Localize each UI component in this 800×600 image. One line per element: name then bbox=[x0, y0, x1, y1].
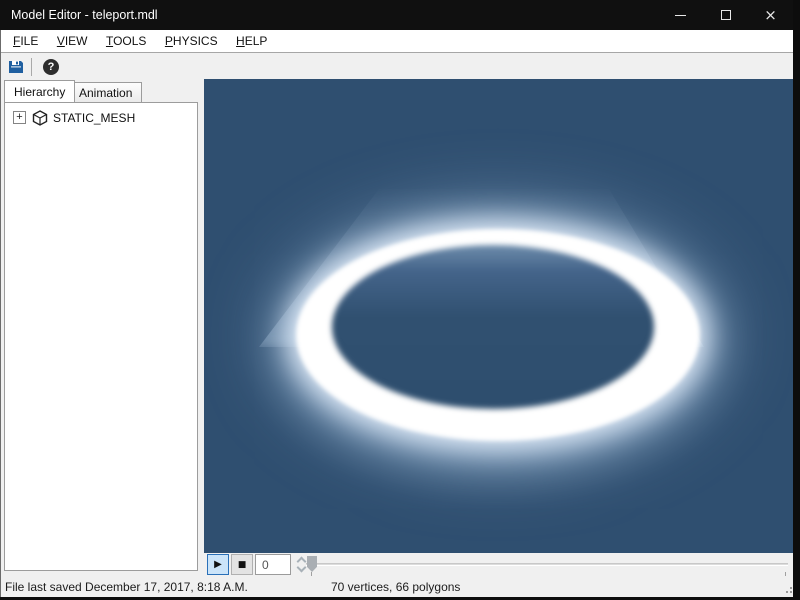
tree-item-label: STATIC_MESH bbox=[53, 111, 135, 125]
slider-track[interactable] bbox=[306, 563, 788, 565]
teleport-ring-center bbox=[332, 245, 654, 409]
tab-animation-label: Animation bbox=[79, 86, 132, 100]
question-mark-icon: ? bbox=[43, 59, 59, 75]
status-geometry-counts: 70 vertices, 66 polygons bbox=[331, 580, 460, 594]
tree-expander-icon[interactable]: + bbox=[13, 111, 26, 124]
menu-file[interactable]: FILE bbox=[6, 30, 45, 52]
slider-thumb[interactable] bbox=[307, 556, 317, 572]
frame-number-input[interactable] bbox=[255, 554, 291, 575]
minimize-icon bbox=[675, 15, 686, 16]
resize-grip-icon[interactable] bbox=[786, 591, 788, 593]
playback-bar: ▶ ■ bbox=[204, 553, 793, 577]
titlebar[interactable]: Model Editor - teleport.mdl × bbox=[0, 0, 800, 30]
close-button[interactable]: × bbox=[748, 0, 793, 30]
toolbar: ? bbox=[1, 54, 793, 79]
stop-icon: ■ bbox=[238, 560, 247, 570]
play-icon: ▶ bbox=[214, 559, 222, 570]
maximize-button[interactable] bbox=[703, 0, 748, 30]
stop-button[interactable]: ■ bbox=[231, 554, 253, 575]
window-title: Model Editor - teleport.mdl bbox=[11, 0, 158, 30]
minimize-button[interactable] bbox=[658, 0, 703, 30]
slider-tick-start bbox=[311, 572, 312, 576]
tree-item-static-mesh[interactable]: + STATIC_MESH bbox=[13, 109, 135, 126]
app-window: Model Editor - teleport.mdl × FILE VIEW … bbox=[0, 0, 800, 600]
save-button[interactable] bbox=[5, 56, 27, 78]
window-border-left bbox=[0, 30, 1, 597]
toolbar-separator bbox=[31, 58, 32, 76]
window-controls: × bbox=[658, 0, 793, 30]
statusbar: File last saved December 17, 2017, 8:18 … bbox=[1, 577, 793, 597]
play-button[interactable]: ▶ bbox=[207, 554, 229, 575]
close-icon: × bbox=[764, 8, 777, 23]
slider-tick-end bbox=[785, 572, 786, 576]
chevron-down-icon[interactable] bbox=[297, 563, 307, 573]
menu-help[interactable]: HELP bbox=[229, 30, 274, 52]
mesh-cube-icon bbox=[32, 110, 48, 126]
floppy-disk-icon bbox=[8, 59, 24, 75]
menu-physics[interactable]: PHYSICS bbox=[158, 30, 225, 52]
menu-view[interactable]: VIEW bbox=[50, 30, 95, 52]
help-button[interactable]: ? bbox=[40, 56, 62, 78]
viewport-3d[interactable] bbox=[204, 79, 793, 553]
tab-hierarchy[interactable]: Hierarchy bbox=[4, 80, 75, 102]
timeline-slider[interactable] bbox=[306, 553, 788, 577]
window-border-right bbox=[793, 0, 800, 600]
sidebar: Hierarchy Animation + STATIC_MESH bbox=[1, 79, 204, 577]
tab-hierarchy-label: Hierarchy bbox=[14, 85, 65, 99]
menu-tools[interactable]: TOOLS bbox=[99, 30, 153, 52]
status-last-saved: File last saved December 17, 2017, 8:18 … bbox=[5, 580, 248, 594]
hierarchy-tree-panel[interactable]: + STATIC_MESH bbox=[4, 102, 198, 571]
maximize-icon bbox=[721, 10, 731, 20]
menubar: FILE VIEW TOOLS PHYSICS HELP bbox=[1, 30, 793, 53]
tab-animation[interactable]: Animation bbox=[69, 82, 142, 102]
